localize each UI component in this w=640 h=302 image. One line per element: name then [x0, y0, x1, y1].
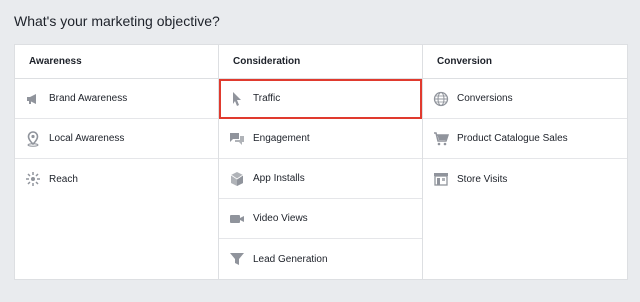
objective-label: Local Awareness: [49, 133, 125, 144]
objective-label: Traffic: [253, 93, 281, 104]
video-camera-icon: [229, 211, 245, 227]
objective-label: Video Views: [253, 213, 308, 224]
objective-video-views[interactable]: Video Views: [219, 199, 422, 239]
objective-traffic[interactable]: Traffic: [219, 79, 422, 119]
column-conversion: Conversion Conversions Product Catalogue…: [423, 45, 627, 279]
objective-label: Reach: [49, 173, 78, 185]
objective-conversions[interactable]: Conversions: [423, 79, 627, 119]
column-header-conversion: Conversion: [423, 45, 627, 79]
globe-icon: [433, 91, 449, 107]
objective-label: Lead Generation: [253, 253, 328, 265]
column-header-awareness: Awareness: [15, 45, 218, 79]
objective-lead-generation[interactable]: Lead Generation: [219, 239, 422, 279]
objective-product-catalogue-sales[interactable]: Product Catalogue Sales: [423, 119, 627, 159]
store-icon: [433, 171, 449, 187]
column-header-consideration: Consideration: [219, 45, 422, 79]
objective-label: App Installs: [253, 173, 305, 184]
column-consideration: Consideration Traffic Engagement App Ins…: [219, 45, 423, 279]
megaphone-icon: [25, 91, 41, 107]
chat-bubbles-icon: [229, 131, 245, 147]
shopping-cart-icon: [433, 131, 449, 147]
cursor-icon: [229, 91, 245, 107]
objective-label: Product Catalogue Sales: [457, 133, 568, 144]
objective-brand-awareness[interactable]: Brand Awareness: [15, 79, 218, 119]
location-pin-icon: [25, 130, 41, 147]
objective-store-visits[interactable]: Store Visits: [423, 159, 627, 199]
objective-label: Store Visits: [457, 173, 508, 185]
objective-table: Awareness Brand Awareness Local Awarenes…: [14, 44, 628, 280]
objective-label: Brand Awareness: [49, 93, 128, 104]
box-icon: [229, 171, 245, 187]
objective-engagement[interactable]: Engagement: [219, 119, 422, 159]
objective-label: Engagement: [253, 133, 310, 144]
reach-burst-icon: [25, 171, 41, 187]
objective-label: Conversions: [457, 93, 513, 104]
page-title: What's your marketing objective?: [14, 13, 220, 29]
objective-app-installs[interactable]: App Installs: [219, 159, 422, 199]
objective-reach[interactable]: Reach: [15, 159, 218, 199]
funnel-icon: [229, 251, 245, 267]
objective-local-awareness[interactable]: Local Awareness: [15, 119, 218, 159]
column-awareness: Awareness Brand Awareness Local Awarenes…: [15, 45, 219, 279]
